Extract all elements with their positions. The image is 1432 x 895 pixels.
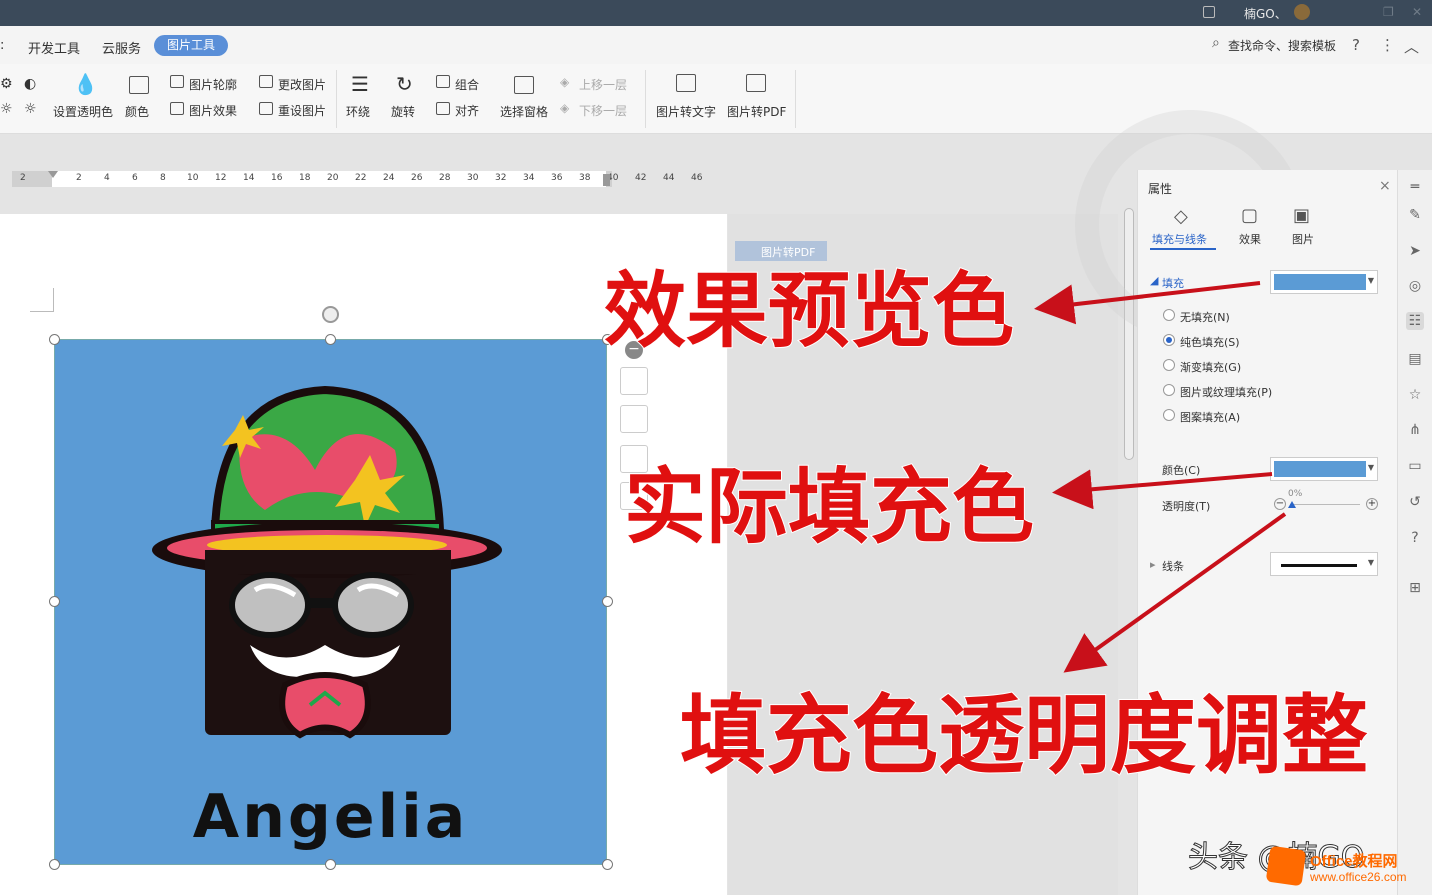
arrow-preview-color	[1034, 281, 1261, 325]
arrow-transparency	[1063, 512, 1287, 673]
arrow-actual-fill	[1052, 469, 1273, 510]
site-name: Office教程网	[1310, 853, 1398, 870]
annotation-actual-fill: 实际填充色	[623, 459, 1035, 556]
site-url: www.office26.com	[1310, 870, 1407, 884]
annotation-preview-color: 效果预览色	[603, 263, 1015, 360]
office-logo-icon	[1265, 845, 1307, 887]
annotation-transparency-adjust: 填充色透明度调整	[679, 685, 1369, 787]
